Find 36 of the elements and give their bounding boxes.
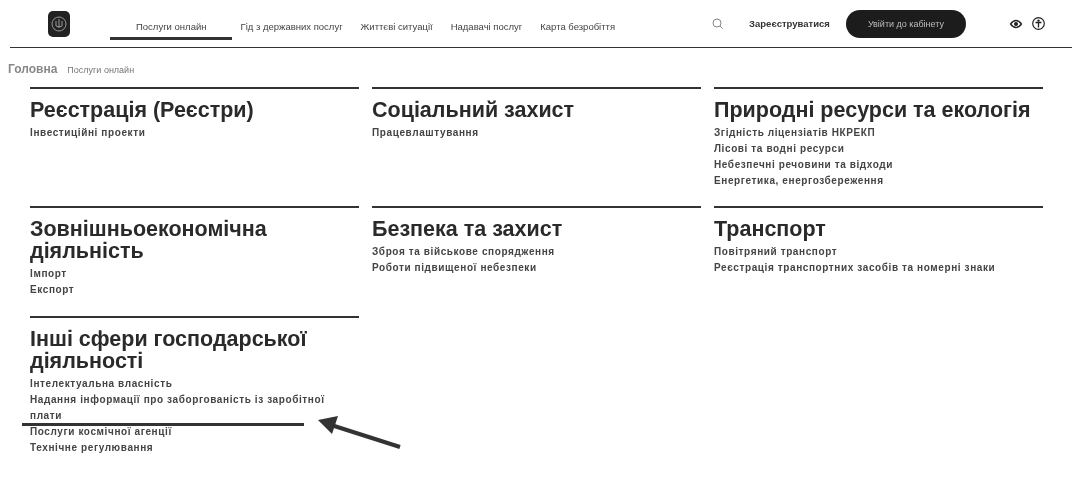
nav-tab[interactable]: Життєві ситуації [358,7,435,40]
service-link[interactable]: Надання інформації про заборгованість із заробітної плати [30,392,352,424]
section-heading: Зовнішньоекономічна діяльність [30,218,268,262]
service-link[interactable]: Згідність ліцензіатів НКРЕКП [714,125,1036,141]
service-link[interactable]: Технічне регулювання [30,440,352,456]
register-link[interactable]: Зареєструватися [749,18,830,29]
section-heading: Природні ресурси та екологія [714,99,1032,121]
service-link[interactable]: Небезпечні речовини та відходи [714,157,1036,173]
section-heading: Реєстрація (Реєстри) [30,99,255,121]
service-link[interactable]: Енергетика, енергозбереження [714,173,1036,189]
service-link[interactable]: Лісові та водні ресурси [714,141,1036,157]
breadcrumb-link[interactable]: Головна [8,62,58,76]
nav-tab[interactable]: Послуги онлайн [110,7,233,40]
section-heading: Транспорт [714,218,827,240]
service-link[interactable]: Реєстрація транспортних засобів та номерні знаки [714,260,1036,276]
logo-icon[interactable] [48,10,70,37]
nav-tab[interactable]: Надавачі послуг [448,7,525,40]
search-icon[interactable] [712,18,724,29]
person-circle-icon[interactable] [1032,17,1045,30]
nav-tab[interactable]: Гід з державних послуг [238,7,345,40]
section-heading: Інші сфери господарської діяльності [30,328,308,372]
service-link[interactable]: Роботи підвищеної небезпеки [372,260,694,276]
login-button[interactable]: Увійти до кабінету [845,9,966,38]
eye-icon[interactable] [1010,18,1022,29]
service-link[interactable]: Інвестиційні проекти [30,125,352,141]
service-link[interactable]: Послуги космічної агенції [30,424,352,440]
service-link[interactable]: Інтелектуальна власність [30,376,352,392]
service-link[interactable]: Повітряний транспорт [714,244,1036,260]
service-link[interactable]: Імпорт [30,266,352,282]
service-link[interactable]: Експорт [30,282,352,298]
service-link[interactable]: Зброя та військове спорядження [372,244,694,260]
section-heading: Соціальний захист [372,99,576,121]
breadcrumb-link[interactable]: Послуги онлайн [67,65,135,75]
nav-tab[interactable]: Карта безробіття [538,7,618,40]
service-link[interactable]: Працевлаштування [372,125,694,141]
section-heading: Безпека та захист [372,218,564,240]
